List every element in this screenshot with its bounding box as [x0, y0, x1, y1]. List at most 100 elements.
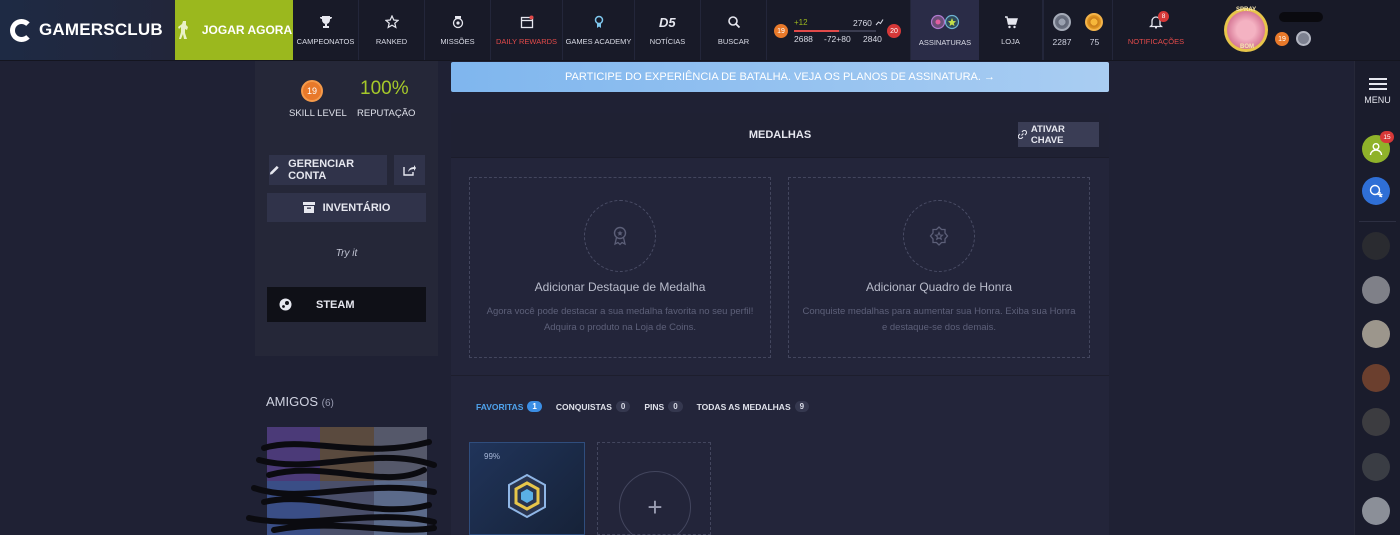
- friend-avatar-5[interactable]: [1362, 408, 1390, 436]
- add-favorite-tile[interactable]: +: [597, 442, 711, 535]
- elo-max-value: 2840: [863, 34, 882, 44]
- badge-star-icon: [929, 226, 949, 246]
- friend-requests-button[interactable]: 15: [1362, 131, 1394, 163]
- friend-avatar-6[interactable]: [1362, 453, 1390, 481]
- nav-notifications-label: NOTIFICAÇÕES: [1127, 36, 1185, 46]
- elo-delta: +12: [794, 18, 808, 27]
- top-navigation: GAMERSCLUB JOGAR AGORA CAMPEONATOS RANKE…: [0, 0, 1400, 61]
- nav-news[interactable]: D5 NOTÍCIAS: [635, 0, 701, 60]
- redaction-scribble: [246, 439, 437, 533]
- trophy-icon: [319, 15, 332, 28]
- star-icon: [384, 14, 399, 29]
- share-icon: [403, 165, 416, 176]
- user-icon: [1369, 143, 1383, 156]
- tab-pins-label: PINS: [644, 401, 665, 412]
- section-divider: [451, 375, 1109, 376]
- chat-plus-icon: [1369, 184, 1383, 198]
- elo-top-value: 2760: [853, 18, 872, 28]
- tab-achievements-count: 0: [615, 401, 631, 412]
- subscription-banner[interactable]: PARTICIPE DO EXPERIÊNCIA DE BATALHA. VEJ…: [451, 62, 1109, 92]
- favorite-medal-tile[interactable]: 99%: [469, 442, 585, 535]
- cart-icon: [1004, 15, 1018, 28]
- nav-missions[interactable]: MISSÕES: [425, 0, 491, 60]
- silver-coins-value: 2287: [1052, 37, 1072, 47]
- notifications-icon-wrap: 8: [1148, 10, 1169, 29]
- friends-title-label: AMIGOS: [266, 394, 319, 409]
- subscription-banner-text: PARTICIPE DO EXPERIÊNCIA DE BATALHA. VEJ…: [565, 71, 995, 83]
- honor-board-card[interactable]: Adicionar Quadro de Honra Conquiste meda…: [788, 177, 1090, 358]
- tab-favorites-count: 1: [527, 401, 542, 412]
- elo-range-value: -72+80: [824, 34, 851, 44]
- gamersclub-logo-icon: [10, 18, 33, 42]
- play-now-button[interactable]: JOGAR AGORA: [175, 0, 293, 60]
- elo-min-value: 2688: [794, 34, 813, 44]
- friend-requests-badge: 15: [1380, 131, 1394, 143]
- tab-all-medals-count: 9: [794, 401, 810, 412]
- friend-avatar-4[interactable]: [1362, 364, 1390, 392]
- inventory-label: INVENTÁRIO: [322, 201, 391, 214]
- profile-badge-bottom: BOM: [1240, 44, 1254, 50]
- brand-name: GAMERSCLUB: [39, 20, 163, 39]
- profile-area[interactable]: SPRAY BOM 19: [1199, 0, 1400, 60]
- award-icon: [613, 226, 627, 246]
- nav-notifications[interactable]: 8 NOTIFICAÇÕES: [1113, 0, 1199, 60]
- archive-icon: [302, 202, 315, 213]
- steam-button[interactable]: STEAM: [267, 287, 426, 322]
- medals-section: MEDALHAS ATIVAR CHAVE Adicionar Destaque…: [451, 113, 1109, 535]
- notifications-count-badge: 8: [1158, 10, 1169, 22]
- friend-avatar-3[interactable]: [1362, 320, 1390, 348]
- skill-level-label: SKILL LEVEL: [289, 108, 347, 119]
- highlight-medal-card[interactable]: Adicionar Destaque de Medalha Agora você…: [469, 177, 771, 358]
- link-icon: [1018, 130, 1027, 139]
- inventory-button[interactable]: INVENTÁRIO: [267, 193, 426, 222]
- nav-games-academy-label: GAMES ACADEMY: [565, 36, 632, 46]
- friend-avatar-2[interactable]: [1362, 276, 1390, 304]
- manage-account-button[interactable]: GERENCIAR CONTA: [269, 155, 387, 185]
- nav-ranked[interactable]: RANKED: [359, 0, 425, 60]
- nav-daily-rewards[interactable]: DAILY REWARDS: [491, 0, 563, 60]
- tab-favorites[interactable]: FAVORITAS 1: [476, 401, 542, 412]
- medal-icon: [452, 15, 463, 28]
- share-profile-button[interactable]: [394, 155, 425, 185]
- gamersclub-logo[interactable]: GAMERSCLUB: [0, 0, 175, 60]
- nav-championships[interactable]: CAMPEONATOS: [293, 0, 359, 60]
- nav-subscriptions[interactable]: ASSINATURAS: [911, 0, 979, 60]
- honor-board-title: Adicionar Quadro de Honra: [865, 280, 1013, 294]
- current-level-badge: 19: [774, 24, 788, 38]
- elo-progress-track: [794, 30, 876, 32]
- menu-button[interactable]: MENU: [1355, 61, 1400, 121]
- nav-search[interactable]: BUSCAR: [701, 0, 767, 60]
- award-icon-circle: [584, 200, 656, 272]
- gold-coins: 75: [1085, 13, 1104, 47]
- search-icon: [727, 15, 740, 28]
- nav-games-academy[interactable]: GAMES ACADEMY: [563, 0, 635, 60]
- chart-icon: [875, 19, 884, 26]
- rank-icon: [1296, 31, 1311, 46]
- username-redacted: [1279, 12, 1323, 22]
- friends-count: (6): [321, 398, 334, 409]
- svg-text:D5: D5: [659, 15, 676, 29]
- nav-store[interactable]: LOJA: [979, 0, 1043, 60]
- hamburger-icon: [1368, 78, 1387, 90]
- nav-daily-rewards-label: DAILY REWARDS: [495, 36, 558, 46]
- tab-pins[interactable]: PINS 0: [644, 401, 683, 412]
- friend-avatar-1[interactable]: [1362, 232, 1390, 260]
- add-chat-button[interactable]: [1362, 177, 1390, 205]
- nav-news-label: NOTÍCIAS: [649, 36, 686, 46]
- coins-widget[interactable]: 2287 75: [1043, 0, 1113, 60]
- activate-key-button[interactable]: ATIVAR CHAVE: [1018, 122, 1099, 147]
- profile-badge-top: SPRAY: [1236, 7, 1257, 13]
- tab-achievements[interactable]: CONQUISTAS 0: [556, 401, 631, 412]
- profile-summary-panel: 19 SKILL LEVEL 100% REPUTAÇÃO GERENCIAR …: [255, 61, 438, 356]
- nav-ranked-label: RANKED: [375, 36, 408, 46]
- profile-level-badge: 19: [1275, 32, 1289, 46]
- nav-store-label: LOJA: [1001, 36, 1020, 46]
- tab-all-medals[interactable]: TODAS AS MEDALHAS 9: [697, 401, 810, 412]
- friend-avatar-7[interactable]: [1362, 497, 1390, 525]
- medal-tabs: FAVORITAS 1 CONQUISTAS 0 PINS 0 TODAS AS…: [476, 401, 810, 412]
- medals-title: MEDALHAS: [748, 129, 812, 141]
- right-sidebar: MENU 15: [1354, 61, 1400, 535]
- gold-coins-value: 75: [1089, 37, 1100, 47]
- honor-icon-circle: [903, 200, 975, 272]
- elo-progress-widget[interactable]: 19 +12 2760 20 2688 -72+80 2840: [767, 0, 911, 60]
